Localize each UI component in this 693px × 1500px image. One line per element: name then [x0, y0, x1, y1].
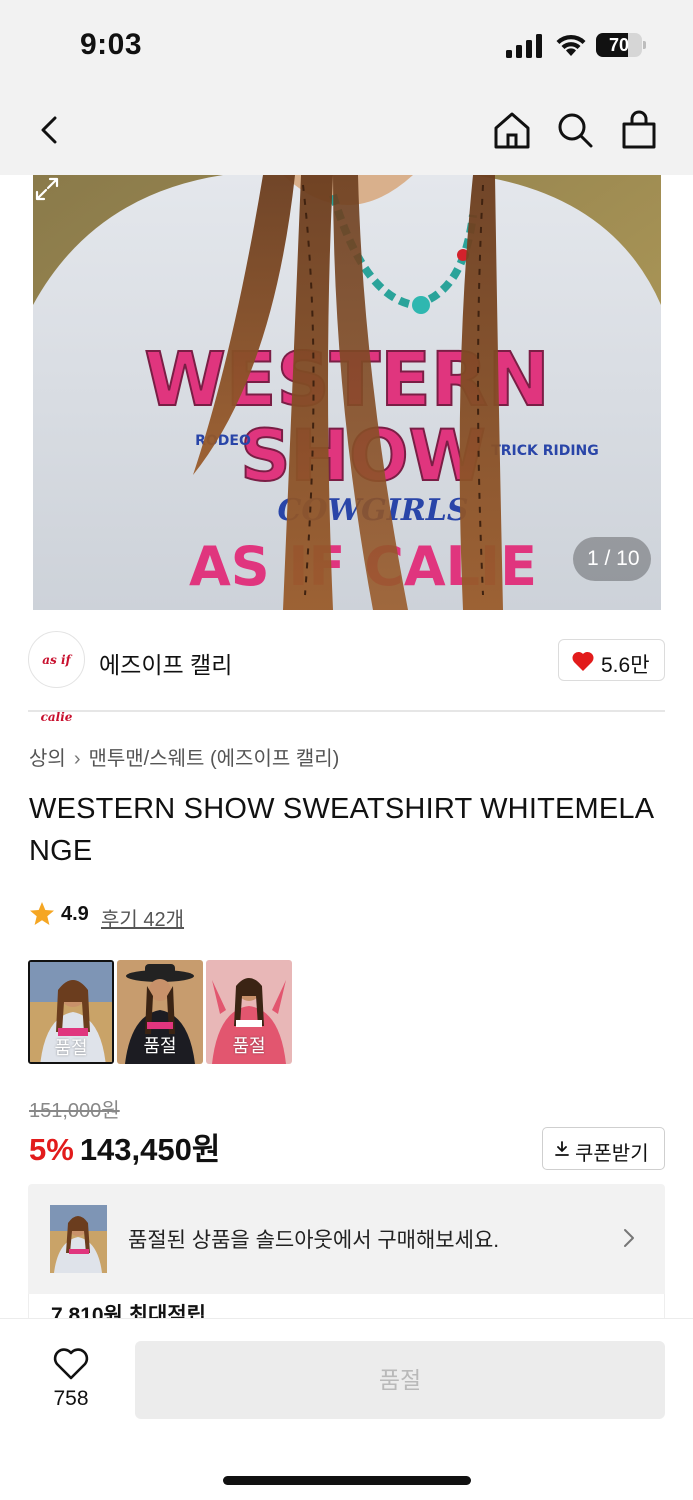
- coupon-download-button[interactable]: 쿠폰받기: [542, 1127, 665, 1170]
- brand-like-button[interactable]: 5.6만: [558, 639, 665, 681]
- search-icon[interactable]: [555, 110, 595, 150]
- coupon-label: 쿠폰받기: [575, 1143, 649, 1165]
- variant-thumb-3[interactable]: 품절: [206, 960, 292, 1064]
- soldout-banner-text: 품절된 상품을 솔드아웃에서 구매해보세요.: [128, 1229, 500, 1252]
- heart-filled-icon: [572, 651, 594, 671]
- bottom-action-bar: 758 품절: [0, 1318, 693, 1500]
- wishlist-count: 758: [53, 1387, 89, 1410]
- variant-label: 품절: [54, 1038, 88, 1058]
- divider: [28, 710, 665, 712]
- sale-price: 143,450원: [79, 1132, 221, 1167]
- product-title: WESTERN SHOW SWEATSHIRT WHITEMELANGE: [29, 793, 655, 867]
- variant-label: 품절: [232, 1036, 266, 1056]
- original-price: 151,000원: [29, 1100, 120, 1122]
- wifi-icon: [556, 34, 586, 56]
- print-right: TRICK RIDING: [491, 443, 599, 459]
- review-count-link[interactable]: 후기 42개: [101, 903, 184, 932]
- home-indicator: [223, 1476, 471, 1485]
- variant-label: 품절: [143, 1036, 177, 1056]
- expand-icon[interactable]: [33, 175, 61, 203]
- star-icon: [30, 902, 54, 925]
- status-time: 9:03: [80, 28, 143, 61]
- battery-icon: 70: [596, 33, 646, 57]
- breadcrumb: 상의 › 맨투맨/스웨트 (에즈이프 캘리): [29, 742, 339, 771]
- product-photo: WESTERN SHOW RODEO TRICK RIDING COWGIRLS…: [33, 175, 661, 610]
- top-nav-bar: [0, 90, 693, 175]
- brand-name[interactable]: 에즈이프 캘리: [99, 646, 232, 680]
- rating-score: 4.9: [61, 903, 89, 925]
- variant-thumb-1[interactable]: 품절: [28, 960, 114, 1064]
- heart-outline-icon: [53, 1348, 89, 1380]
- shopping-bag-icon[interactable]: [619, 110, 659, 150]
- variant-thumbnails: 품절 품절 품절: [28, 960, 298, 1064]
- home-icon[interactable]: [492, 110, 532, 150]
- brand-row[interactable]: as if calie 에즈이프 캘리 5.6만: [28, 630, 665, 724]
- status-bar: 9:03 70: [0, 0, 693, 90]
- product-image-gallery[interactable]: WESTERN SHOW RODEO TRICK RIDING COWGIRLS…: [33, 175, 661, 610]
- wishlist-button[interactable]: 758: [40, 1343, 102, 1413]
- chevron-right-icon: ›: [73, 748, 81, 770]
- sale-price-row: 5% 143,450원: [29, 1124, 220, 1170]
- breadcrumb-category[interactable]: 상의: [29, 748, 66, 770]
- chevron-left-icon[interactable]: [30, 110, 70, 150]
- download-icon: [555, 1141, 569, 1156]
- soldout-thumbnail: [50, 1205, 107, 1273]
- image-counter: 1 / 10: [573, 537, 651, 581]
- brand-logo[interactable]: as if calie: [28, 631, 85, 724]
- variant-thumb-2[interactable]: 품절: [117, 960, 203, 1064]
- soldout-buy-button[interactable]: 품절: [135, 1341, 665, 1419]
- discount-rate: 5%: [29, 1132, 74, 1167]
- breadcrumb-subcategory[interactable]: 맨투맨/스웨트 (에즈이프 캘리): [88, 748, 339, 770]
- brand-like-count: 5.6만: [601, 654, 650, 677]
- battery-percent: 70: [608, 35, 630, 55]
- soldout-banner[interactable]: 품절된 상품을 솔드아웃에서 구매해보세요.: [28, 1184, 665, 1294]
- cellular-signal-icon: [506, 34, 542, 58]
- chevron-right-icon: [624, 1229, 634, 1247]
